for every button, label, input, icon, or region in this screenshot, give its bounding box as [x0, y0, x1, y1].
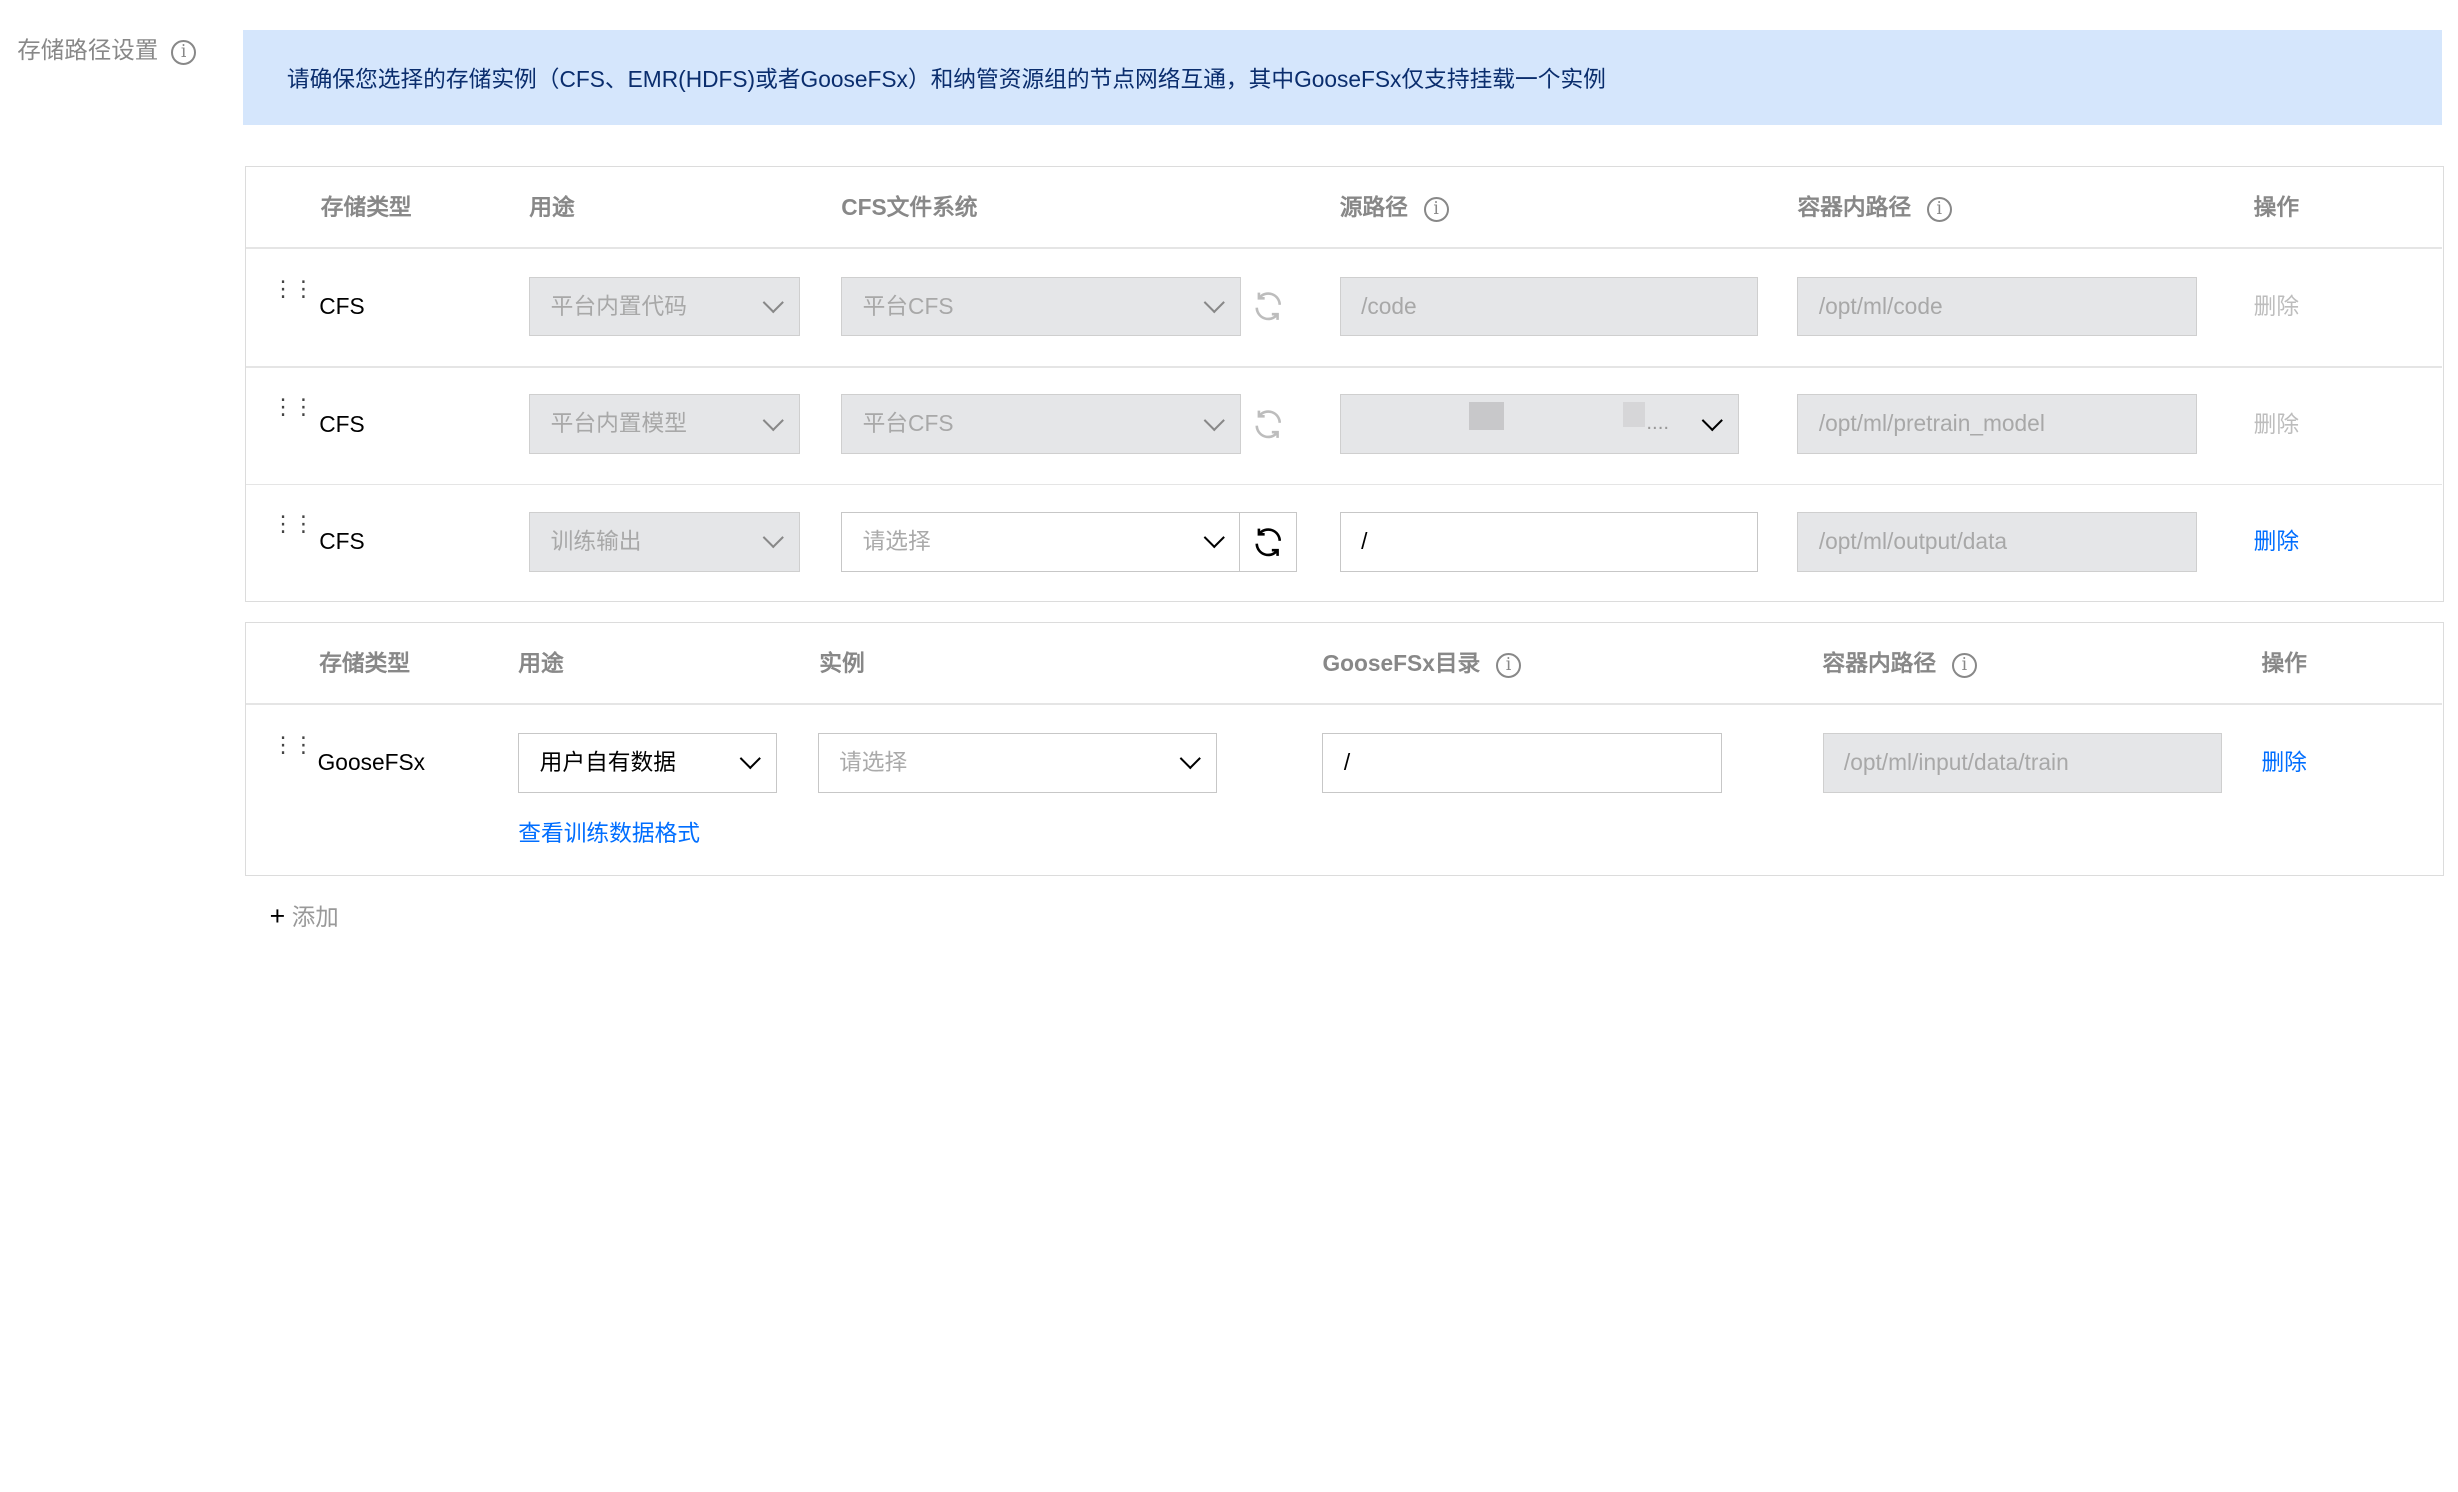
refresh-icon	[1255, 527, 1282, 556]
col-header-action: 操作	[2253, 194, 2300, 221]
col-header-action: 操作	[2261, 650, 2307, 677]
chevron-down-icon	[739, 748, 761, 769]
usage-select-value: 平台内置模型	[550, 410, 687, 437]
refresh-icon	[1255, 410, 1282, 439]
col-header-dir-text: GooseFSx目录	[1322, 650, 1481, 677]
instance-select-placeholder: 请选择	[839, 749, 908, 776]
col-header-fs: CFS文件系统	[841, 194, 978, 221]
fs-select-value: 平台CFS	[862, 292, 954, 319]
info-icon[interactable]: i	[171, 39, 197, 65]
container-path-input: /opt/ml/code	[1797, 276, 2198, 337]
divider	[245, 483, 2442, 486]
redacted-block	[1622, 401, 1645, 427]
usage-select-value: 平台内置代码	[550, 292, 687, 319]
chevron-down-icon	[1203, 527, 1225, 548]
info-icon[interactable]: i	[1423, 196, 1449, 222]
divider	[245, 366, 2442, 368]
divider	[245, 703, 2442, 705]
row-type: CFS	[319, 292, 365, 319]
chevron-down-icon	[763, 292, 784, 313]
col-header-source-text: 源路径	[1339, 194, 1408, 221]
col-header-type: 存储类型	[319, 650, 411, 677]
drag-handle-icon[interactable]: ⋮⋮	[272, 278, 314, 300]
col-header-container-text: 容器内路径	[1822, 650, 1937, 677]
chevron-down-icon	[763, 409, 784, 431]
plus-icon: +	[269, 901, 286, 932]
fs-select: 平台CFS	[841, 276, 1241, 337]
add-button[interactable]: + 添加	[270, 898, 339, 932]
usage-select-value: 用户自有数据	[539, 749, 676, 776]
col-header-container: 容器内路径 i	[1797, 192, 1952, 223]
delete-button[interactable]: 删除	[2261, 747, 2306, 778]
delete-button[interactable]: 删除	[2254, 526, 2299, 557]
drag-handle-icon[interactable]: ⋮⋮	[272, 395, 314, 417]
instance-select[interactable]: 请选择	[817, 733, 1218, 793]
delete-button: 删除	[2253, 292, 2300, 319]
container-path-input: /opt/ml/input/data/train	[1822, 733, 2223, 793]
container-path-input: /opt/ml/pretrain_model	[1797, 394, 2198, 455]
drag-handle-icon[interactable]: ⋮⋮	[272, 513, 314, 535]
col-header-usage: 用途	[529, 194, 575, 221]
fs-select-placeholder: 请选择	[862, 528, 931, 555]
goosefsx-dir-input[interactable]: /	[1322, 733, 1723, 793]
cfs-table: 存储类型 用途 CFS文件系统 源路径 i 容器内路径 i 操作 ⋮⋮ CFS …	[244, 166, 2444, 602]
source-path-input[interactable]: /	[1339, 512, 1759, 572]
add-button-label: 添加	[291, 904, 339, 931]
view-data-format-link[interactable]: 查看训练数据格式	[518, 815, 700, 848]
col-header-type: 存储类型	[320, 194, 412, 221]
info-banner-text: 请确保您选择的存储实例（CFS、EMR(HDFS)或者GooseFSx）和纳管资…	[286, 66, 1606, 93]
divider	[245, 247, 2442, 249]
col-header-usage: 用途	[518, 650, 564, 677]
goosefsx-table: 存储类型 用途 实例 GooseFSx目录 i 容器内路径 i 操作 ⋮⋮ Go…	[244, 622, 2444, 877]
drag-handle-icon[interactable]: ⋮⋮	[272, 734, 314, 756]
info-icon[interactable]: i	[1495, 652, 1522, 678]
col-header-source: 源路径 i	[1340, 192, 1449, 223]
col-header-container-text: 容器内路径	[1797, 194, 1912, 221]
refresh-button	[1239, 277, 1297, 337]
chevron-down-icon	[1203, 292, 1225, 313]
info-banner: 请确保您选择的存储实例（CFS、EMR(HDFS)或者GooseFSx）和纳管资…	[242, 29, 2443, 126]
usage-select: 平台内置模型	[529, 394, 801, 455]
row-type: CFS	[319, 528, 365, 555]
row-type: GooseFSx	[317, 749, 425, 776]
delete-button: 删除	[2253, 410, 2300, 437]
section-label-text: 存储路径设置	[17, 37, 159, 64]
usage-select: 平台内置代码	[529, 276, 801, 337]
usage-select: 训练输出	[529, 512, 801, 572]
chevron-down-icon	[763, 527, 784, 548]
row-type: CFS	[319, 410, 365, 437]
refresh-button	[1239, 394, 1297, 454]
usage-select-value: 训练输出	[550, 528, 642, 555]
source-path-input: /code	[1339, 276, 1759, 337]
chevron-down-icon	[1203, 409, 1225, 431]
container-path-input: /opt/ml/output/data	[1797, 512, 2198, 572]
chevron-down-icon	[1702, 409, 1723, 431]
col-header-container: 容器内路径 i	[1823, 648, 1977, 679]
refresh-button[interactable]	[1239, 512, 1298, 572]
source-path-select[interactable]: ....	[1339, 394, 1740, 455]
chevron-down-icon	[1180, 748, 1201, 769]
fs-select-value: 平台CFS	[862, 410, 954, 437]
section-label: 存储路径设置 i	[17, 31, 197, 65]
source-path-value: ....	[1646, 412, 1670, 435]
col-header-dir: GooseFSx目录 i	[1322, 648, 1522, 679]
fs-select[interactable]: 请选择	[841, 512, 1241, 572]
info-icon[interactable]: i	[1951, 652, 1977, 678]
refresh-icon	[1255, 292, 1282, 321]
info-icon[interactable]: i	[1926, 196, 1952, 222]
redacted-block	[1469, 401, 1504, 430]
fs-select: 平台CFS	[841, 394, 1241, 455]
usage-select[interactable]: 用户自有数据	[518, 733, 777, 793]
col-header-instance: 实例	[819, 650, 865, 677]
